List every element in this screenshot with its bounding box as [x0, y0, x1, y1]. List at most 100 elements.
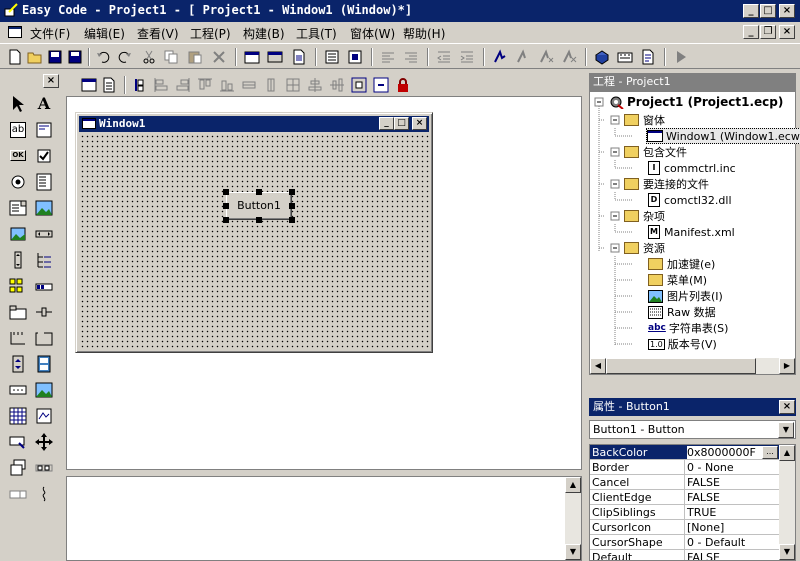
maximize-button[interactable]: □	[760, 4, 776, 18]
scroll-up-button[interactable]: ▲	[565, 477, 581, 493]
same-size-icon[interactable]	[284, 76, 302, 94]
align-top-icon[interactable]	[196, 76, 214, 94]
prev-bookmark-icon[interactable]	[537, 48, 555, 66]
selection-handle[interactable]	[223, 217, 229, 223]
property-value[interactable]: FALSE	[687, 476, 720, 489]
group-box-tool-icon[interactable]	[33, 327, 55, 349]
hotkey-tool-icon[interactable]	[7, 431, 29, 453]
undo-icon[interactable]	[94, 48, 112, 66]
tree-item-forms[interactable]: 窗体	[624, 112, 665, 128]
save-icon[interactable]	[46, 48, 64, 66]
next-bookmark-icon[interactable]	[514, 48, 532, 66]
center-vertical-icon[interactable]	[328, 76, 346, 94]
indent-icon[interactable]	[458, 48, 476, 66]
rich-edit-tool-icon[interactable]	[33, 119, 55, 141]
paste-icon[interactable]	[186, 48, 204, 66]
mdi-tool-icon[interactable]	[7, 457, 29, 479]
toolbar-tool-icon[interactable]	[33, 457, 55, 479]
uncomment-block-icon[interactable]	[402, 48, 420, 66]
palette-close-button[interactable]: ×	[43, 74, 59, 88]
tree-root[interactable]: Project1 (Project1.ecp)	[608, 94, 783, 110]
compile-icon[interactable]	[616, 48, 634, 66]
mdi-close-button[interactable]: ×	[779, 25, 795, 39]
radio-button-tool-icon[interactable]	[7, 171, 29, 193]
property-row[interactable]: Border 0 - None	[590, 460, 780, 475]
new-module-icon[interactable]	[290, 48, 308, 66]
properties-close-button[interactable]: ×	[779, 400, 795, 414]
clear-bookmarks-icon[interactable]	[560, 48, 578, 66]
outdent-icon[interactable]	[435, 48, 453, 66]
tab-control-tool-icon[interactable]	[7, 301, 29, 323]
scrollbar-tool-icon[interactable]	[33, 223, 55, 245]
move-tool-icon[interactable]	[33, 431, 55, 453]
align-right-icon[interactable]	[174, 76, 192, 94]
image-tool-icon[interactable]	[33, 197, 55, 219]
tree-item-window1[interactable]: Window1 (Window1.ecw)	[646, 128, 800, 144]
properties-grid[interactable]: BackColor 0x8000000F ... Border 0 - None …	[589, 444, 796, 561]
scroll-right-button[interactable]: ▶	[779, 358, 795, 374]
property-row[interactable]: Default FALSE	[590, 550, 780, 560]
properties-scrollbar[interactable]: ▲ ▼	[779, 445, 795, 560]
align-bottom-icon[interactable]	[218, 76, 236, 94]
property-value[interactable]: 0x8000000F	[687, 446, 767, 459]
properties-icon[interactable]	[346, 48, 364, 66]
scroll-down-button[interactable]: ▼	[565, 544, 581, 560]
scroll-left-button[interactable]: ◀	[590, 358, 606, 374]
link-icon[interactable]	[639, 48, 657, 66]
ip-address-tool-icon[interactable]	[7, 379, 29, 401]
treeview-tool-icon[interactable]	[33, 249, 55, 271]
tree-hscrollbar[interactable]: ◀ ▶	[590, 358, 795, 374]
property-row[interactable]: CursorShape 0 - Default	[590, 535, 780, 550]
header-tool-icon[interactable]	[7, 327, 29, 349]
grid-tool-icon[interactable]	[7, 405, 29, 427]
same-width-icon[interactable]	[240, 76, 258, 94]
form-button1[interactable]: Button1	[226, 192, 292, 220]
center-horizontal-icon[interactable]	[306, 76, 324, 94]
tree-item-menus[interactable]: 菜单(M)	[648, 272, 707, 288]
vertical-scroll-tool-icon[interactable]	[7, 249, 29, 271]
tree-item-link-files[interactable]: 要连接的文件	[624, 176, 709, 192]
property-value[interactable]: 0 - None	[687, 461, 734, 474]
selection-handle[interactable]	[256, 189, 262, 195]
ellipsis-button[interactable]: ...	[762, 446, 778, 459]
property-row[interactable]: CursorIcon [None]	[590, 520, 780, 535]
project-tree[interactable]: Project1 (Project1.ecp) 窗体 Window1 (Wind…	[589, 91, 800, 375]
menu-view[interactable]: 查看(V)	[137, 25, 179, 42]
lock-controls-icon[interactable]	[394, 76, 412, 94]
code-view-icon[interactable]	[100, 76, 118, 94]
statusbar-tool-icon[interactable]	[7, 483, 29, 505]
property-value[interactable]: 0 - Default	[687, 536, 745, 549]
button-tool[interactable]: OK	[7, 145, 29, 167]
build-icon[interactable]	[593, 48, 611, 66]
form-close-button[interactable]: ×	[412, 117, 427, 130]
tree-item-comctl32[interactable]: Dcomctl32.dll	[648, 192, 732, 208]
copy-icon[interactable]	[162, 48, 180, 66]
form-maximize-button[interactable]: □	[394, 117, 409, 130]
selection-handle[interactable]	[223, 189, 229, 195]
tree-item-resources[interactable]: 资源	[624, 240, 665, 256]
selection-handle[interactable]	[223, 203, 229, 209]
redo-icon[interactable]	[116, 48, 134, 66]
trackbar-tool-icon[interactable]	[33, 301, 55, 323]
menu-help[interactable]: 帮助(H)	[403, 25, 445, 42]
center-in-window-icon[interactable]	[350, 76, 368, 94]
align-left-icon[interactable]	[152, 76, 170, 94]
window-view-icon[interactable]	[80, 76, 98, 94]
menu-edit[interactable]: 编辑(E)	[84, 25, 125, 42]
menu-project[interactable]: 工程(P)	[190, 25, 231, 42]
tree-item-includes[interactable]: 包含文件	[624, 144, 687, 160]
tree-item-accelerators[interactable]: 加速键(e)	[648, 256, 715, 272]
edit-tool[interactable]: ab	[7, 119, 29, 141]
same-height-icon[interactable]	[262, 76, 280, 94]
property-value[interactable]: TRUE	[687, 506, 716, 519]
run-icon[interactable]	[672, 48, 690, 66]
minimize-button[interactable]: _	[743, 4, 759, 18]
comment-block-icon[interactable]	[379, 48, 397, 66]
static-text-tool-icon[interactable]: A	[33, 93, 55, 115]
form-design-grid[interactable]	[80, 134, 429, 350]
scroll-down-button[interactable]: ▼	[779, 544, 795, 560]
toggle-grid-icon[interactable]	[372, 76, 390, 94]
new-dialog-icon[interactable]	[266, 48, 284, 66]
property-value[interactable]: FALSE	[687, 551, 720, 560]
selection-handle[interactable]	[289, 203, 295, 209]
